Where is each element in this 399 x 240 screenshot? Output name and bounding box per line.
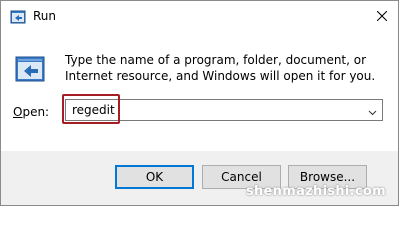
button-bar: OK Cancel Browse... shenmazhishi.com bbox=[1, 151, 398, 205]
chevron-down-icon[interactable] bbox=[368, 106, 377, 116]
open-input[interactable]: regedit bbox=[72, 103, 115, 117]
close-icon bbox=[376, 10, 388, 24]
run-dialog: Run Type the name of a program, folder, … bbox=[0, 0, 399, 206]
open-combobox[interactable]: regedit bbox=[65, 99, 383, 121]
window-title: Run bbox=[33, 9, 57, 23]
open-label: Open: bbox=[13, 105, 49, 119]
dialog-content: Type the name of a program, folder, docu… bbox=[1, 32, 398, 151]
run-dialog-icon bbox=[14, 53, 46, 85]
open-label-text: pen: bbox=[22, 105, 50, 119]
title-bar[interactable]: Run bbox=[1, 1, 398, 32]
run-app-icon bbox=[10, 9, 26, 25]
ok-button[interactable]: OK bbox=[115, 165, 194, 189]
watermark-text: shenmazhishi.com bbox=[245, 184, 386, 199]
close-button[interactable] bbox=[366, 1, 398, 32]
dialog-description: Type the name of a program, folder, docu… bbox=[65, 53, 376, 83]
